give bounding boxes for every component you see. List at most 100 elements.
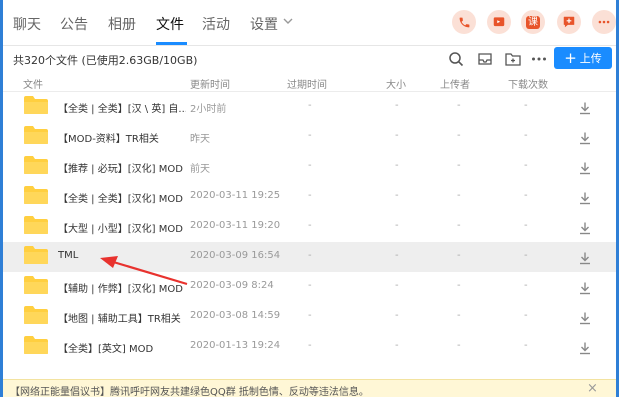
file-size: - [395, 340, 399, 351]
file-updated-time: 2020-03-08 14:59 [190, 310, 281, 321]
more-button[interactable] [592, 10, 616, 34]
file-name[interactable]: 【全类】[英文] MOD [58, 340, 186, 355]
inbox-icon[interactable] [476, 50, 494, 68]
file-downloads: - [524, 160, 528, 171]
file-name[interactable]: 【地图 | 辅助工具】TR相关 [58, 310, 186, 325]
download-icon[interactable] [578, 340, 592, 355]
course-icon: 课 [526, 15, 540, 29]
column-header-updated[interactable]: 更新时间 [190, 76, 230, 91]
folder-icon [23, 185, 49, 205]
chevron-down-icon[interactable] [282, 15, 294, 27]
close-icon[interactable]: × [587, 381, 598, 396]
file-table-header: 文件 更新时间 过期时间 大小 上传者 下载次数 [3, 72, 616, 92]
file-size: - [395, 310, 399, 321]
file-expiry: - [308, 130, 312, 141]
download-icon[interactable] [578, 250, 592, 265]
notice-text[interactable]: 【网络正能量倡议书】腾讯呼吁网友共建绿色QQ群 抵制色情、反动等违法信息。 [10, 383, 369, 397]
file-downloads: - [524, 190, 528, 201]
file-downloads: - [524, 130, 528, 141]
file-size: - [395, 190, 399, 201]
file-uploader: - [457, 160, 461, 171]
file-expiry: - [308, 250, 312, 261]
column-header-file[interactable]: 文件 [23, 76, 43, 91]
download-icon[interactable] [578, 160, 592, 175]
file-row[interactable]: 【全类 | 全类】[汉化] MOD 2020-03-11 19:25 - - - - [3, 182, 616, 212]
file-updated-time: 2020-03-11 19:20 [190, 220, 281, 231]
file-expiry: - [308, 160, 312, 171]
group-tab-bar: 聊天 公告 相册 文件 活动 设置 课 [3, 0, 616, 46]
file-updated-time: 昨天 [190, 134, 210, 145]
download-icon[interactable] [578, 190, 592, 205]
download-icon[interactable] [578, 280, 592, 295]
file-row[interactable]: 【全类】[英文] MOD 2020-01-13 19:24 - - - - [3, 332, 616, 362]
file-uploader: - [457, 100, 461, 111]
file-size: - [395, 160, 399, 171]
phone-button[interactable] [452, 10, 476, 34]
folder-icon [23, 125, 49, 145]
file-row[interactable]: 【辅助 | 作弊】[汉化] MOD 2020-03-09 8:24 - - - - [3, 272, 616, 302]
tab-settings[interactable]: 设置 [250, 14, 278, 34]
file-updated-time: 2020-01-13 19:24 [190, 340, 281, 351]
file-name[interactable]: 【推荐 | 必玩】[汉化] MOD [58, 160, 186, 175]
file-expiry: - [308, 190, 312, 201]
file-updated-time: 2020-03-09 16:54 [190, 250, 281, 261]
active-tab-indicator [156, 42, 187, 45]
download-icon[interactable] [578, 220, 592, 235]
course-button[interactable]: 课 [521, 10, 545, 34]
column-header-size[interactable]: 大小 [386, 76, 406, 91]
file-size: - [395, 220, 399, 231]
file-downloads: - [524, 280, 528, 291]
file-name[interactable]: 【大型 | 小型】[汉化] MOD [58, 220, 186, 235]
file-row[interactable]: TML 2020-03-09 16:54 - - - - [3, 242, 616, 272]
file-row[interactable]: 【大型 | 小型】[汉化] MOD 2020-03-11 19:20 - - - - [3, 212, 616, 242]
more-icon [598, 20, 610, 24]
tab-chat[interactable]: 聊天 [13, 14, 41, 34]
file-name[interactable]: 【MOD-资料】TR相关 [58, 130, 186, 145]
folder-icon [23, 215, 49, 235]
add-app-button[interactable] [557, 10, 581, 34]
download-icon[interactable] [578, 130, 592, 145]
file-downloads: - [524, 250, 528, 261]
file-row[interactable]: 【推荐 | 必玩】[汉化] MOD 前天 - - - - [3, 152, 616, 182]
video-call-button[interactable] [487, 10, 511, 34]
more-options-icon[interactable] [530, 50, 548, 68]
folder-icon [23, 275, 49, 295]
file-downloads: - [524, 100, 528, 111]
download-icon[interactable] [578, 310, 592, 325]
tab-events[interactable]: 活动 [202, 14, 230, 34]
upload-button[interactable]: + 上传 [554, 47, 612, 69]
file-row[interactable]: 【全类 | 全类】[汉 \ 英] 自... 2小时前 - - - - [3, 92, 616, 122]
file-name[interactable]: TML [58, 250, 186, 261]
column-header-uploader[interactable]: 上传者 [440, 76, 470, 91]
file-uploader: - [457, 250, 461, 261]
phone-icon [459, 17, 469, 27]
file-uploader: - [457, 220, 461, 231]
file-expiry: - [308, 220, 312, 231]
file-uploader: - [457, 190, 461, 201]
file-size: - [395, 250, 399, 261]
file-expiry: - [308, 340, 312, 351]
download-icon[interactable] [578, 100, 592, 115]
file-updated-time: 2020-03-11 19:25 [190, 190, 281, 201]
file-updated-time: 2020-03-09 8:24 [190, 280, 274, 291]
file-name[interactable]: 【全类 | 全类】[汉 \ 英] 自... [58, 100, 186, 115]
file-name[interactable]: 【全类 | 全类】[汉化] MOD [58, 190, 186, 205]
column-header-expiry[interactable]: 过期时间 [287, 76, 327, 91]
file-row[interactable]: 【地图 | 辅助工具】TR相关 2020-03-08 14:59 - - - - [3, 302, 616, 332]
video-call-icon [493, 17, 505, 27]
file-size: - [395, 280, 399, 291]
upload-button-label: 上传 [579, 52, 602, 65]
tab-files[interactable]: 文件 [156, 14, 184, 34]
file-name[interactable]: 【辅助 | 作弊】[汉化] MOD [58, 280, 186, 295]
file-size: - [395, 130, 399, 141]
new-folder-icon[interactable] [504, 50, 522, 68]
folder-icon [23, 335, 49, 355]
column-header-downloads[interactable]: 下载次数 [508, 76, 548, 91]
file-expiry: - [308, 100, 312, 111]
file-downloads: - [524, 340, 528, 351]
search-icon[interactable] [447, 50, 465, 68]
folder-icon [23, 245, 49, 265]
file-row[interactable]: 【MOD-资料】TR相关 昨天 - - - - [3, 122, 616, 152]
tab-album[interactable]: 相册 [108, 14, 136, 34]
tab-announcements[interactable]: 公告 [60, 14, 88, 34]
